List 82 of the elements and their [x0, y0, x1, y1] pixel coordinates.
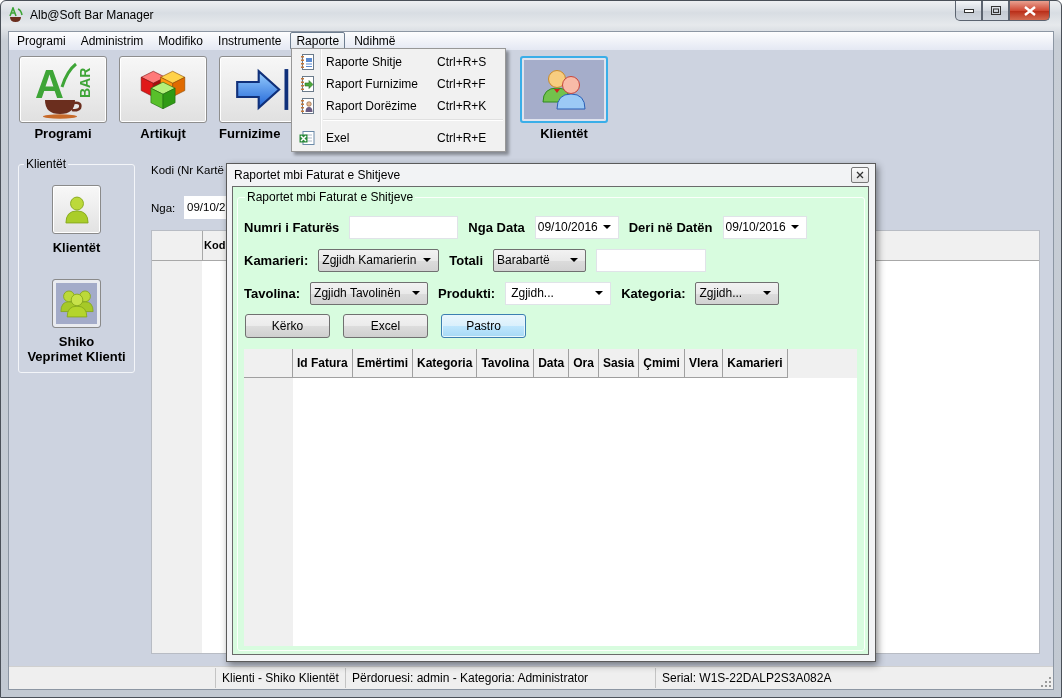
caret-icon: [570, 258, 578, 262]
caret-icon: [423, 258, 432, 262]
status-text: Serial: W1S-22DALP2S3A082A: [655, 668, 1040, 688]
maximize-icon: [990, 6, 1001, 15]
menu-bar-item[interactable]: Programi: [11, 32, 72, 50]
app-icon: [8, 7, 24, 23]
date-picker[interactable]: 09/10/2016: [722, 215, 807, 239]
column-header: Kamarieri: [723, 349, 788, 378]
cubes-icon: [140, 69, 186, 110]
maximize-button[interactable]: [982, 1, 1009, 21]
caret-icon: [763, 291, 772, 295]
minimize-icon: [963, 8, 974, 13]
users-icon: [541, 69, 587, 110]
dialog-title: Raportet mbi Faturat e Shitjeve: [234, 168, 401, 182]
close-button[interactable]: [1009, 1, 1050, 21]
action-button[interactable]: Pastro: [441, 314, 526, 338]
column-header: Kod: [203, 238, 226, 253]
dropdown-item[interactable]: Raporte Shitje Ctrl+R+S: [294, 51, 503, 73]
toolbar-caption: Furnizime: [219, 126, 281, 141]
field-label: Tavolina:: [244, 285, 301, 301]
input-field[interactable]: [596, 248, 706, 272]
caret-icon: [595, 291, 604, 295]
sidebar-button[interactable]: [52, 185, 101, 234]
dropdown[interactable]: Zgjidh...: [695, 281, 780, 305]
field-label: Totali: [449, 252, 483, 268]
dropdown-item[interactable]: Exel Ctrl+R+E: [294, 127, 503, 149]
close-icon: [1023, 5, 1036, 16]
bar-logo: A BAR: [34, 60, 92, 119]
menu-bar-item[interactable]: Instrumente: [212, 32, 288, 50]
notebook-icon: [299, 54, 315, 70]
dropdown[interactable]: Zgjidh Kamarierin: [318, 248, 440, 272]
notebook-person-icon: [299, 98, 315, 114]
menu-bar-item[interactable]: Modifiko: [152, 32, 210, 50]
field-label: Nga:: [151, 201, 177, 214]
column-header: Sasia: [598, 349, 640, 378]
column-header: Emërtimi: [352, 349, 414, 378]
menu-bar-item[interactable]: Administrim: [74, 32, 150, 50]
toolbar-caption: Artikujt: [140, 126, 186, 141]
status-text: Përdoruesi: admin - Kategoria: Administrator: [345, 668, 655, 688]
minimize-button[interactable]: [955, 1, 982, 21]
action-button[interactable]: Kërko: [245, 314, 330, 338]
status-text: Klienti - Shiko Klientët: [215, 668, 345, 688]
field-label: Deri në Datën: [628, 219, 713, 235]
column-header: Ora: [569, 349, 599, 378]
field-label: Kategoria:: [621, 285, 686, 301]
column-header: Tavolina: [477, 349, 535, 378]
sidebar-caption: Klientët: [52, 240, 101, 255]
field-label: Numri i Faturës: [244, 219, 340, 235]
dropdown-item[interactable]: Raport Furnizime Ctrl+R+F: [294, 73, 503, 95]
users-icon: [59, 289, 94, 318]
dropdown[interactable]: Zgjidh Tavolinën: [310, 281, 429, 305]
input-field[interactable]: [349, 215, 459, 239]
sidebar-button[interactable]: [52, 279, 101, 328]
field-label: Kodi (Nr Kartë: [151, 163, 224, 177]
group-title: Raportet mbi Faturat e Shitjeve: [246, 190, 415, 204]
action-button[interactable]: Excel: [343, 314, 428, 338]
user-icon: [64, 195, 89, 224]
resize-grip-icon[interactable]: [1041, 677, 1051, 687]
field-label: Kamarieri:: [244, 252, 309, 268]
window-title: Alb@Soft Bar Manager: [30, 7, 154, 24]
dropdown-item[interactable]: Raport Dorëzime Ctrl+R+K: [294, 95, 503, 117]
toolbar-caption: Klientët: [540, 126, 588, 141]
group-title: Klientët: [25, 157, 68, 171]
field-label: Produkti:: [438, 285, 496, 301]
toolbar-caption: Programi: [34, 126, 92, 141]
column-header: Data: [534, 349, 570, 378]
menu-bar-item[interactable]: Ndihmë: [348, 32, 402, 50]
column-header: Vlera: [684, 349, 724, 378]
spreadsheet-icon: [299, 130, 315, 146]
column-header: Çmimi: [639, 349, 685, 378]
date-picker[interactable]: 09/10/2016: [534, 215, 619, 239]
sidebar-caption: Shiko Veprimet Klienti: [27, 334, 126, 364]
combo-box[interactable]: Zgjidh...: [505, 281, 612, 305]
column-header: Kategoria: [413, 349, 478, 378]
field-label: Nga Data: [468, 219, 525, 235]
close-button[interactable]: [851, 167, 869, 183]
caret-icon: [412, 291, 421, 295]
dropdown[interactable]: Barabartë: [493, 248, 586, 272]
date-picker[interactable]: 09/10/2: [184, 196, 226, 219]
column-header: Id Fatura: [293, 349, 353, 378]
arrow-icon: [235, 68, 291, 111]
close-icon: [856, 171, 864, 179]
